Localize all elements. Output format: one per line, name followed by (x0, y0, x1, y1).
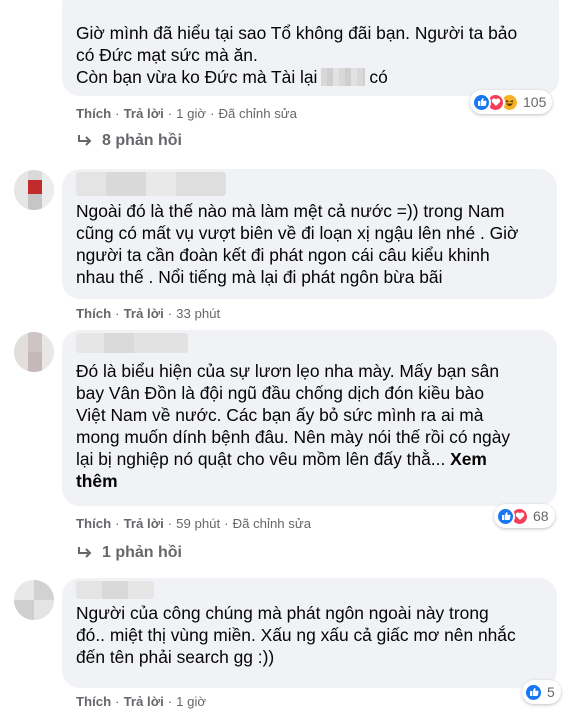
reply-arrow-icon (78, 135, 92, 146)
view-replies-button[interactable]: 8 phản hồi (78, 132, 182, 150)
reply-link[interactable]: Trả lời (124, 516, 164, 531)
comment-line: bay Vân Đồn là đội ngũ đầu chống dịch đó… (76, 383, 485, 403)
comment-actions: Thích · Trả lời · 59 phút · Đã chỉnh sửa (76, 516, 312, 531)
timestamp[interactable]: 1 giờ (176, 694, 206, 709)
replies-label: 8 phản hồi (102, 132, 182, 149)
replies-label: 1 phản hồi (102, 544, 182, 561)
author-name-blur (76, 581, 154, 599)
edited-label[interactable]: Đã chỉnh sửa (218, 106, 296, 121)
censored-word-blur (321, 68, 366, 86)
comment-line: Ngoài đó là thế nào mà làm mệt cả nước =… (76, 201, 505, 221)
like-icon (524, 682, 543, 702)
reaction-count: 68 (533, 508, 549, 524)
like-icon (496, 506, 515, 526)
comment-actions: Thích · Trả lời · 1 giờ (76, 694, 207, 709)
comment-line: Giờ mình đã hiểu tại sao Tổ không đãi bạ… (76, 23, 518, 43)
reaction-count: 105 (523, 94, 547, 110)
like-icon (472, 92, 491, 112)
comment-line: mong muốn dính bệnh đâu. Nên mày nói thế… (76, 427, 511, 447)
reaction-summary[interactable]: 68 (494, 504, 555, 528)
comment-text: Ngoài đó là thế nào mà làm mệt cả nước =… (76, 200, 518, 288)
comment-line: Còn bạn vừa ko Đức mà Tài lại có (76, 67, 388, 87)
reply-arrow-icon (78, 547, 92, 558)
comment-line: nhau thế . Nổi tiếng mà lại đi phát ngôn… (76, 267, 443, 287)
reply-link[interactable]: Trả lời (124, 106, 164, 121)
avatar[interactable] (14, 170, 54, 210)
reaction-count: 5 (547, 684, 555, 700)
like-link[interactable]: Thích (76, 694, 111, 709)
comment-line: có Đức mạt sức mà ăn. (76, 45, 258, 65)
comment-line: Đó là biểu hiện của sự lươn lẹo nha mày.… (76, 361, 499, 381)
author-name-blur (76, 333, 188, 353)
timestamp[interactable]: 1 giờ (176, 106, 206, 121)
comment-line: Người của công chúng mà phát ngôn ngoài … (76, 603, 489, 623)
see-more-link[interactable]: Xem (450, 449, 487, 469)
comment-line: cũng có mất vụ vượt biên về đi loạn xị n… (76, 223, 519, 243)
reaction-summary[interactable]: 5 (522, 680, 561, 704)
comment-line: Việt Nam về nước. Các bạn ấy bỏ sức mình… (76, 405, 484, 425)
avatar[interactable] (14, 580, 54, 620)
edited-label[interactable]: Đã chỉnh sửa (233, 516, 311, 531)
reply-link[interactable]: Trả lời (124, 306, 164, 321)
reply-link[interactable]: Trả lời (124, 694, 164, 709)
reaction-summary[interactable]: 105 (470, 90, 553, 114)
comment-text: Người của công chúng mà phát ngôn ngoài … (76, 602, 516, 668)
like-link[interactable]: Thích (76, 516, 111, 531)
comment-line: lại bị nghiệp nó quật cho vêu mồm lên đấ… (76, 449, 487, 469)
comment-line: đến tên phải search gg :)) (76, 647, 275, 667)
comment-actions: Thích · Trả lời · 33 phút (76, 306, 221, 321)
comment-text: Đó là biểu hiện của sự lươn lẹo nha mày.… (76, 360, 510, 492)
comment-line: đó.. miệt thị vùng miền. Xấu ng xấu cả g… (76, 625, 516, 645)
comment-actions: Thích · Trả lời · 1 giờ · Đã chỉnh sửa (76, 106, 297, 121)
comment-text: Giờ mình đã hiểu tại sao Tổ không đãi bạ… (76, 22, 517, 88)
timestamp[interactable]: 59 phút (176, 516, 220, 531)
timestamp[interactable]: 33 phút (176, 306, 220, 321)
like-link[interactable]: Thích (76, 306, 111, 321)
view-replies-button[interactable]: 1 phản hồi (78, 544, 182, 562)
avatar[interactable] (14, 332, 54, 372)
author-name-blur (76, 172, 226, 196)
like-link[interactable]: Thích (76, 106, 111, 121)
see-more-link-continued[interactable]: thêm (76, 470, 510, 492)
comment-line: người ta cần đoàn kết đi phát ngon cái c… (76, 245, 490, 265)
